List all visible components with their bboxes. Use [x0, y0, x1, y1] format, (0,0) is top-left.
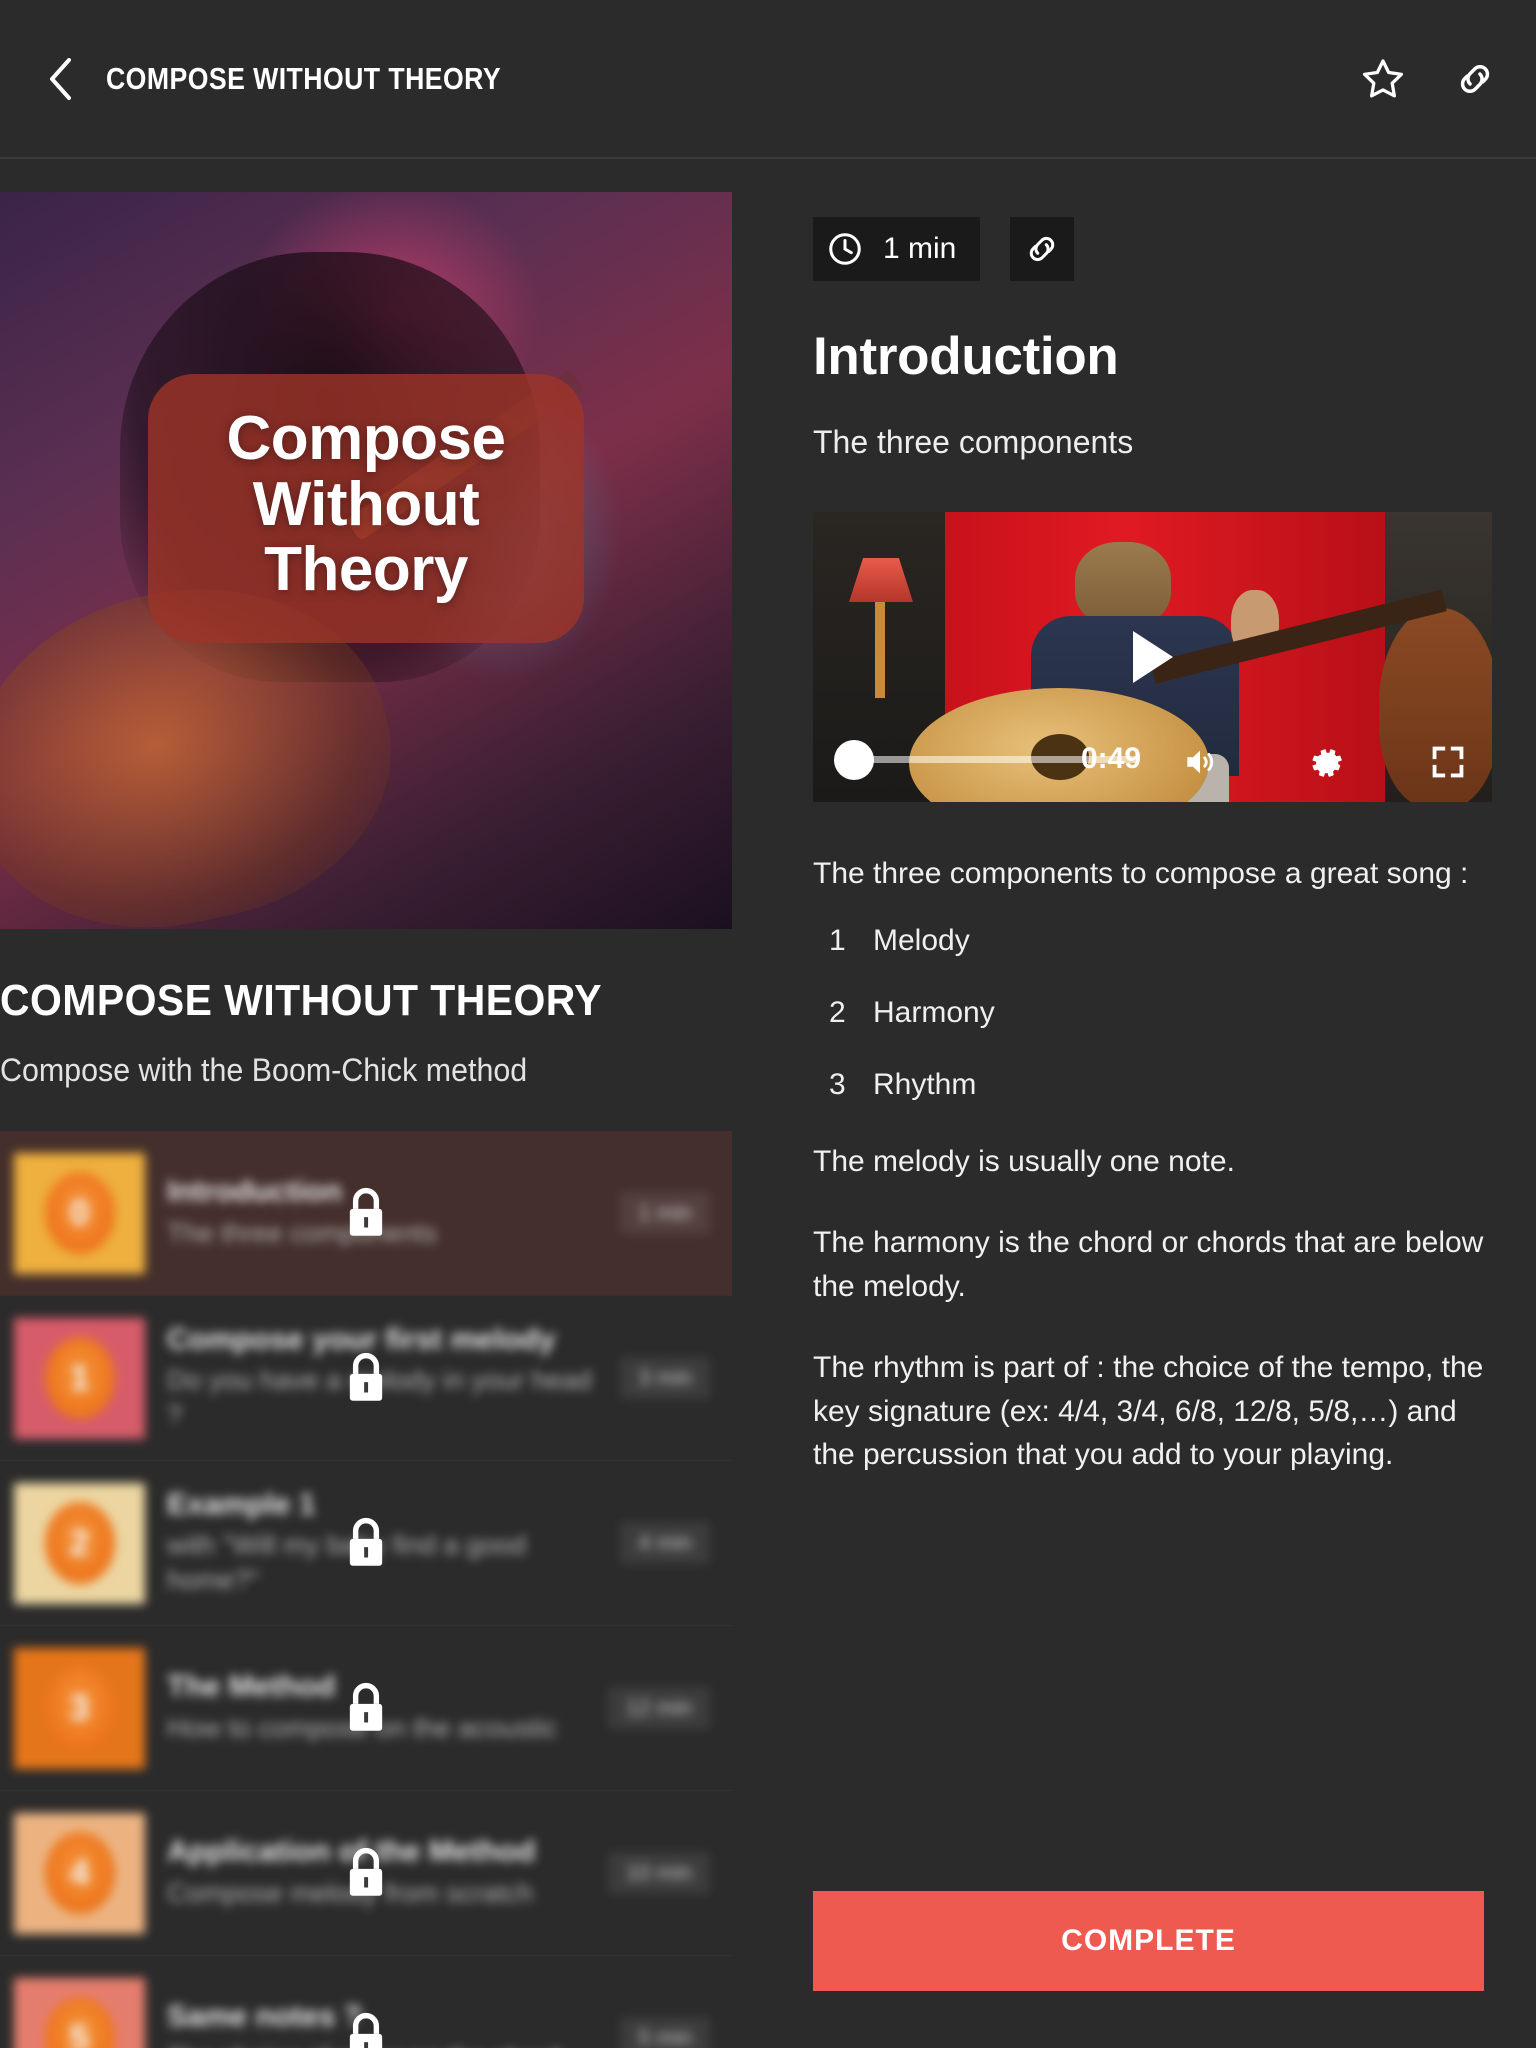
lesson-row[interactable]: 2 Example 1 with "Will my baby find a good…: [0, 1461, 732, 1626]
lesson-duration: 5 min: [620, 2017, 710, 2048]
lesson-thumbnail: 2: [14, 1482, 145, 1604]
lock-icon: [349, 1353, 383, 1401]
lesson-index-badge: 4: [44, 1832, 115, 1914]
lesson-paragraph-1: The melody is usually one note.: [813, 1144, 1235, 1178]
share-link-button[interactable]: [1450, 54, 1500, 104]
list-item-number: 1: [829, 923, 846, 957]
lesson-share-button[interactable]: [1010, 217, 1075, 281]
lesson-title: Introduction: [813, 327, 1119, 386]
lesson-row[interactable]: 4 Application of the Method Compose melody…: [0, 1791, 732, 1956]
lesson-thumbnail: 3: [14, 1647, 145, 1769]
header-actions: [1358, 54, 1500, 104]
lesson-paragraph-3: The rhythm is part of : the choice of th…: [813, 1351, 1484, 1472]
gear-icon: [1312, 749, 1342, 777]
lesson-meta-row: 1 min: [813, 217, 1484, 281]
list-item-text: Melody: [873, 923, 970, 957]
lesson-list: 0 Introduction The three components 1 min 1 C…: [0, 1131, 732, 2048]
lesson-row[interactable]: 1 Compose your first melody Do you have a …: [0, 1296, 732, 1461]
list-item-text: Harmony: [873, 995, 995, 1029]
lesson-intro-text: The three components to compose a great …: [813, 857, 1469, 890]
numbered-list-item: 1 Melody: [813, 924, 1484, 958]
lesson-thumbnail: 1: [14, 1317, 145, 1439]
course-hero-image: Compose Without Theory: [0, 192, 732, 929]
lock-icon: [349, 1518, 383, 1566]
fullscreen-button[interactable]: [1429, 743, 1467, 781]
chevron-left-icon: [50, 57, 71, 100]
page-title: COMPOSE WITHOUT THEORY: [106, 60, 502, 96]
list-item-text: Rhythm: [873, 1067, 977, 1101]
lesson-duration: 4 min: [620, 1522, 710, 1564]
hero-title-line-1: Compose: [226, 404, 506, 473]
lesson-thumbnail: 4: [14, 1812, 145, 1934]
hero-title-card: Compose Without Theory: [148, 374, 584, 644]
lesson-duration-text: 1 min: [883, 232, 957, 265]
list-item-number: 2: [829, 995, 846, 1029]
video-lamp-stem: [875, 602, 885, 698]
course-title: COMPOSE WITHOUT THEORY: [0, 976, 603, 1025]
settings-button[interactable]: [1307, 743, 1345, 781]
volume-icon: [1187, 750, 1214, 774]
star-outline-icon: [1362, 58, 1404, 97]
course-subtitle: Compose with the Boom-Chick method: [0, 1052, 528, 1088]
lesson-duration: 12 min: [607, 1687, 710, 1729]
numbered-list-item: 3 Rhythm: [813, 1068, 1484, 1102]
lesson-duration: 1 min: [620, 1192, 710, 1234]
lesson-index-badge: 3: [44, 1667, 115, 1749]
lesson-index-badge: 1: [44, 1337, 115, 1419]
hero-title-line-2: Without: [252, 469, 480, 539]
complete-button[interactable]: COMPLETE: [813, 1891, 1484, 1991]
favorite-button[interactable]: [1358, 54, 1408, 104]
lesson-duration: 3 min: [620, 1357, 710, 1399]
lesson-row[interactable]: 0 Introduction The three components 1 min: [0, 1131, 732, 1296]
lock-icon: [349, 1683, 383, 1731]
lock-icon: [349, 1848, 383, 1896]
lesson-panel: 1 min Introduction The three components: [732, 192, 1536, 2048]
lesson-row[interactable]: 5Same notes ?The choice of notes on the …: [0, 1956, 732, 2048]
numbered-list-item: 2 Harmony: [813, 996, 1484, 1030]
video-controls: 0:49: [813, 738, 1492, 784]
list-item-number: 3: [829, 1067, 846, 1101]
link-icon: [1030, 236, 1055, 262]
video-time-display: 0:49: [1081, 742, 1142, 775]
lock-icon: [349, 2013, 383, 2048]
fullscreen-icon: [1432, 746, 1464, 778]
lesson-index-badge: 2: [44, 1502, 115, 1584]
video-player[interactable]: 0:49: [813, 512, 1492, 802]
lesson-duration-badge: 1 min: [813, 217, 981, 281]
link-icon: [1460, 64, 1490, 93]
clock-icon-wrap: [813, 217, 877, 281]
lock-icon: [349, 1188, 383, 1236]
video-scrubber-handle[interactable]: [834, 740, 874, 780]
lesson-duration: 10 min: [607, 1852, 710, 1894]
back-button[interactable]: [36, 55, 84, 103]
volume-button[interactable]: [1181, 743, 1219, 781]
lesson-index-badge: 0: [44, 1172, 115, 1254]
course-panel: Compose Without Theory COMPOSE WITHOUT T…: [0, 192, 732, 2048]
play-icon[interactable]: [1132, 631, 1173, 683]
lesson-thumbnail: 5: [14, 1977, 145, 2048]
video-person-head: [1075, 542, 1171, 626]
lesson-thumbnail: 0: [14, 1152, 145, 1274]
lesson-numbered-list: 1 Melody 2 Harmony 3 Rhythm: [813, 924, 1484, 1102]
hero-title-line-3: Theory: [264, 535, 468, 605]
app-root: COMPOSE WITHOUT THEORY Compose Without T…: [0, 0, 1536, 2048]
clock-icon: [829, 233, 861, 265]
lesson-subtitle: The three components: [813, 424, 1134, 460]
lesson-index-badge: 5: [44, 1997, 115, 2048]
lesson-row[interactable]: 3 The Method How to compose on the acousti…: [0, 1626, 732, 1791]
lesson-paragraph-2: The harmony is the chord or chords that …: [813, 1226, 1484, 1303]
app-header: COMPOSE WITHOUT THEORY: [0, 0, 1536, 159]
